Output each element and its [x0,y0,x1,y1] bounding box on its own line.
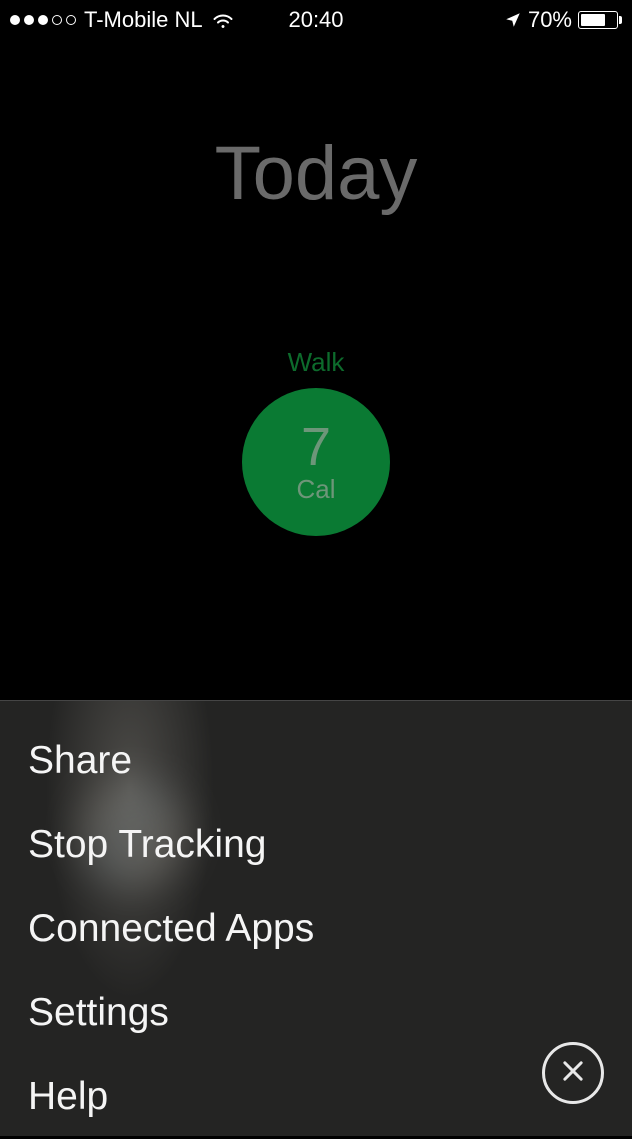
battery-percent-label: 70% [528,7,572,33]
menu-item-connected-apps[interactable]: Connected Apps [28,887,604,971]
battery-icon [578,11,622,29]
activity-circle[interactable]: 7 Cal [242,388,390,536]
menu-item-settings[interactable]: Settings [28,971,604,1055]
menu-list: Share Stop Tracking Connected Apps Setti… [0,701,632,1139]
carrier-label: T-Mobile NL [84,7,203,33]
close-button[interactable] [542,1042,604,1104]
menu-sheet: Share Stop Tracking Connected Apps Setti… [0,700,632,1136]
status-bar: T-Mobile NL 20:40 70% [0,0,632,40]
status-bar-right: 70% [504,7,622,33]
page-title: Today [0,130,632,217]
close-icon [559,1057,587,1090]
activity-value: 7 [301,420,331,474]
activity-unit: Cal [296,474,335,505]
status-bar-time: 20:40 [288,7,343,33]
main-content: Today Walk 7 Cal [0,130,632,536]
wifi-icon [211,8,235,32]
signal-strength-icon [10,15,76,25]
menu-item-help[interactable]: Help [28,1055,604,1139]
location-icon [504,11,522,29]
menu-item-stop-tracking[interactable]: Stop Tracking [28,803,604,887]
menu-item-share[interactable]: Share [28,719,604,803]
activity-type-label: Walk [288,347,345,378]
status-bar-left: T-Mobile NL [10,7,235,33]
activity-summary: Walk 7 Cal [0,347,632,536]
